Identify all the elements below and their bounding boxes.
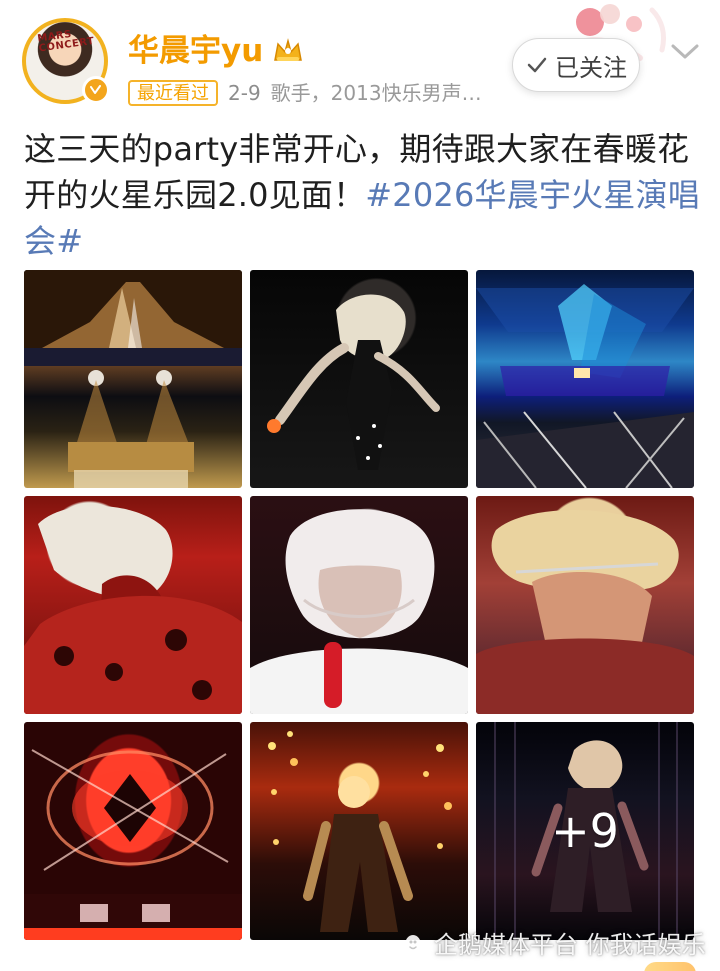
hashtag-link[interactable]: #2026华晨宇火星演唱 bbox=[365, 176, 700, 214]
post-header: MARS CONCERT 华晨宇yu 最近看过 2-9 歌手，2013快乐男声… bbox=[0, 0, 720, 118]
fireworks-performer-image bbox=[268, 731, 452, 932]
crown-icon bbox=[274, 38, 303, 61]
post-content: 这三天的party非常开心，期待跟大家在春暖花 开的火星乐园2.0见面！#202… bbox=[24, 126, 700, 264]
user-name[interactable]: 华晨宇yu bbox=[128, 35, 263, 67]
close-up-performer-image bbox=[250, 509, 468, 714]
verified-badge-icon bbox=[82, 76, 110, 104]
emoji-icon bbox=[644, 962, 696, 971]
user-description: 歌手，2013快乐男声… bbox=[270, 81, 482, 105]
avatar[interactable]: MARS CONCERT bbox=[22, 18, 110, 104]
user-name-row: 华晨宇yu bbox=[128, 32, 305, 70]
red-jacket-performer-image bbox=[24, 505, 242, 714]
red-stage-image bbox=[24, 749, 242, 940]
singing-performer-image bbox=[476, 509, 694, 714]
weibo-post-page: MARS CONCERT 华晨宇yu 最近看过 2-9 歌手，2013快乐男声… bbox=[0, 0, 720, 971]
follow-button-label: 已关注 bbox=[555, 53, 627, 82]
concert-stage-image bbox=[24, 270, 242, 488]
performer-image bbox=[267, 294, 440, 470]
stage-lighting-image bbox=[476, 284, 694, 488]
post-meta: 最近看过 2-9 歌手，2013快乐男声… bbox=[128, 80, 482, 106]
photo-tile-9-more[interactable]: +9 bbox=[476, 722, 694, 940]
photo-tile-7[interactable] bbox=[24, 722, 242, 940]
recently-viewed-badge: 最近看过 bbox=[128, 80, 218, 106]
chevron-down-icon bbox=[671, 44, 699, 59]
penguin-icon bbox=[405, 935, 421, 955]
follow-button[interactable]: 已关注 bbox=[512, 38, 640, 92]
post-text-main: 开的火星乐园2.0见面！ bbox=[24, 176, 366, 214]
photo-tile-6[interactable] bbox=[476, 496, 694, 714]
watermark: 企鹅媒体平台 你我话娱乐 bbox=[400, 932, 706, 958]
photo-tile-8[interactable] bbox=[250, 722, 468, 940]
photo-tile-3[interactable] bbox=[476, 270, 694, 488]
more-photos-count: +9 bbox=[551, 804, 619, 858]
more-options-button[interactable] bbox=[666, 38, 704, 64]
watermark-text: 企鹅媒体平台 你我话娱乐 bbox=[434, 931, 706, 959]
photo-grid: +9 bbox=[24, 270, 696, 940]
photo-tile-5[interactable] bbox=[250, 496, 468, 714]
hashtag-link-continuation[interactable]: 会# bbox=[24, 218, 696, 264]
post-date: 2-9 bbox=[228, 81, 261, 105]
post-text-line-2: 开的火星乐园2.0见面！#2026华晨宇火星演唱 bbox=[24, 172, 700, 218]
photo-tile-1[interactable] bbox=[24, 270, 242, 488]
check-icon bbox=[527, 57, 547, 73]
photo-tile-4[interactable] bbox=[24, 496, 242, 714]
avatar-label: MARS CONCERT bbox=[36, 28, 96, 55]
post-text-line-1: 这三天的party非常开心，期待跟大家在春暖花 bbox=[24, 130, 690, 168]
photo-tile-2[interactable] bbox=[250, 270, 468, 488]
